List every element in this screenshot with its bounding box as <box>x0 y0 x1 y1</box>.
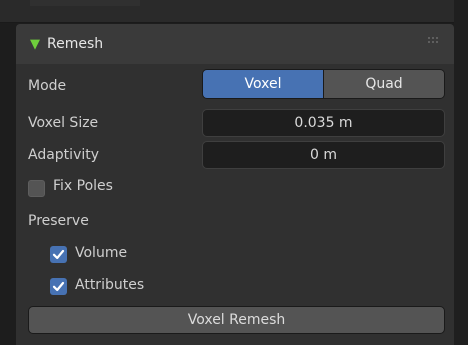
mode-label: Mode <box>28 78 67 94</box>
adaptivity-label: Adaptivity <box>28 147 100 163</box>
previous-panel-tab <box>30 0 140 6</box>
preserve-volume-checkbox[interactable] <box>50 246 67 263</box>
checkmark-icon <box>52 281 65 292</box>
drag-grip-icon[interactable] <box>428 35 440 45</box>
fix-poles-checkbox[interactable] <box>28 180 45 197</box>
mode-quad-button[interactable]: Quad <box>323 70 444 98</box>
triangle-down-icon[interactable]: ▼ <box>30 37 40 52</box>
voxel-size-label: Voxel Size <box>28 115 99 131</box>
fix-poles-label[interactable]: Fix Poles <box>53 178 113 194</box>
remesh-panel-header[interactable]: ▼ Remesh <box>16 24 454 64</box>
mode-voxel-button[interactable]: Voxel <box>203 70 323 98</box>
voxel-remesh-button[interactable]: Voxel Remesh <box>28 306 445 334</box>
preserve-label: Preserve <box>28 213 89 229</box>
checkmark-icon <box>52 249 65 260</box>
mode-selector[interactable]: Voxel Quad <box>202 69 445 99</box>
preserve-volume-label[interactable]: Volume <box>75 245 127 261</box>
previous-panel-edge <box>0 0 468 23</box>
adaptivity-field[interactable]: 0 m <box>202 141 445 169</box>
scrollbar-track[interactable] <box>454 0 468 345</box>
preserve-attributes-label[interactable]: Attributes <box>75 277 144 293</box>
preserve-attributes-checkbox[interactable] <box>50 278 67 295</box>
remesh-panel-body: Mode Voxel Quad Voxel Size 0.035 m Adapt… <box>16 64 454 345</box>
panel-title: Remesh <box>47 36 104 52</box>
voxel-size-field[interactable]: 0.035 m <box>202 109 445 137</box>
